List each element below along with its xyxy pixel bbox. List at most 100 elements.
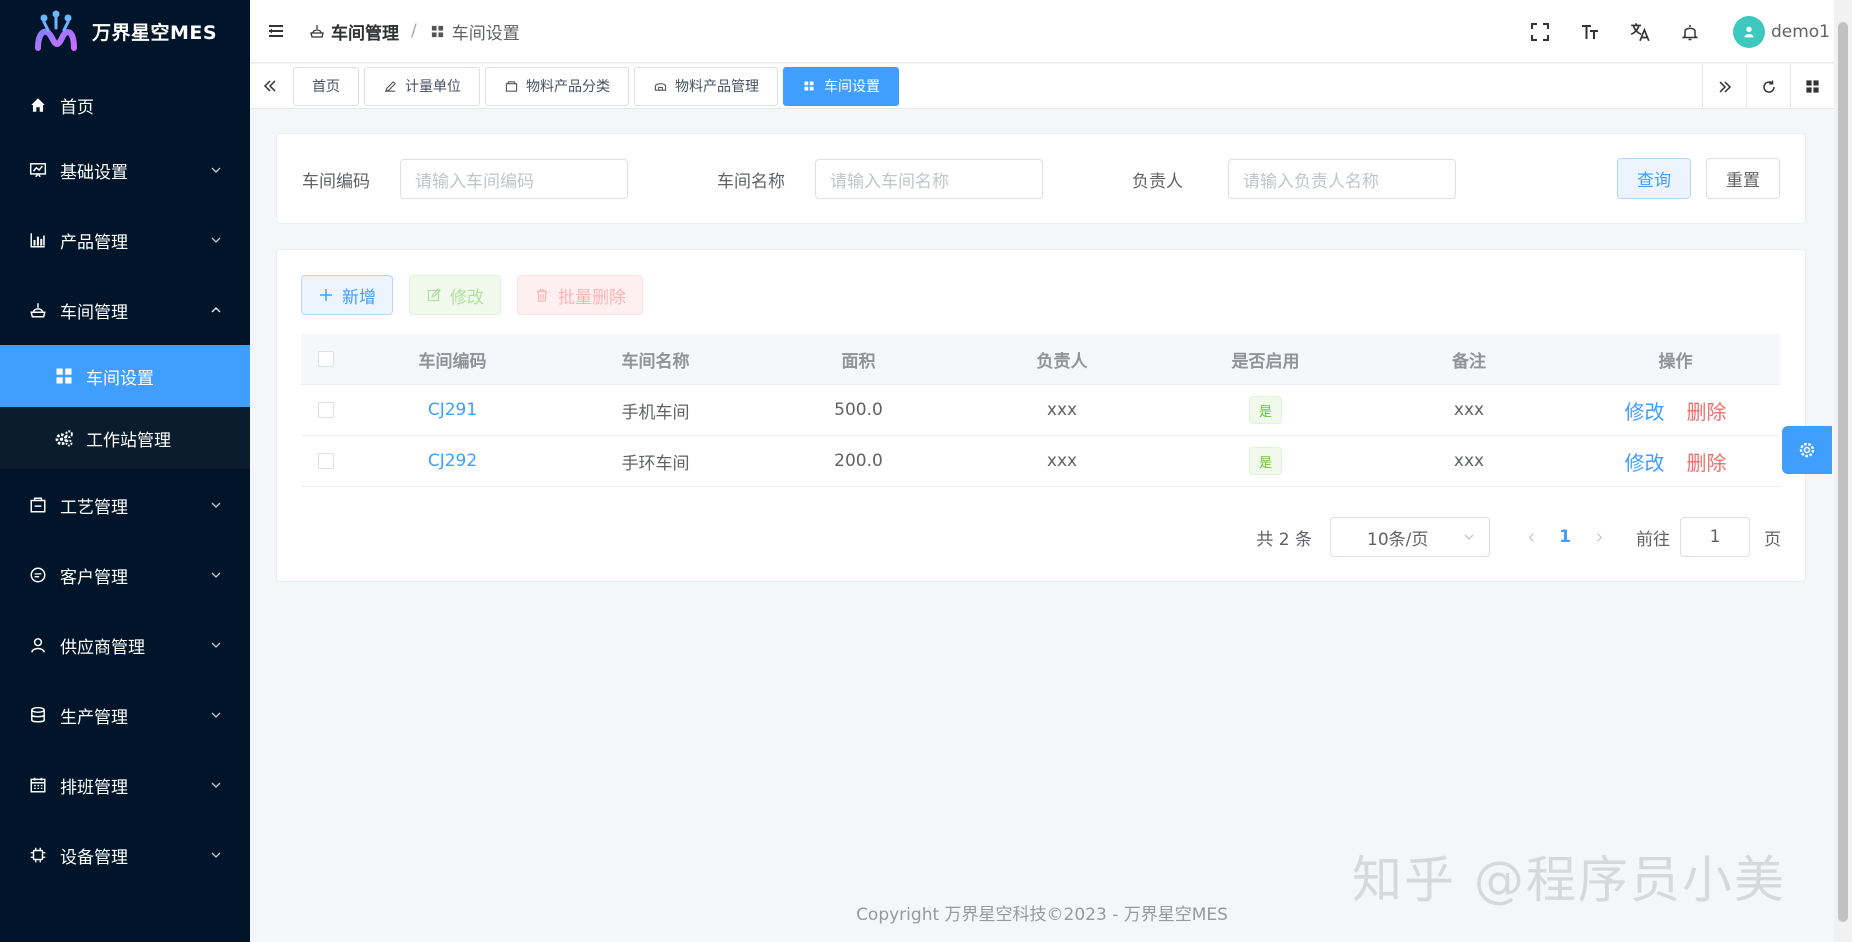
chevron-down-icon (211, 712, 221, 718)
sidebar-item-label: 排班管理 (60, 777, 128, 798)
tab-label: 物料产品管理 (675, 79, 759, 95)
sidebar-item-schedule-mgmt[interactable]: 排班管理 (0, 750, 250, 820)
tags-bar: 首页 计量单位 物料产品分类 物料产品管理 车间设置 (250, 64, 1834, 109)
batch-delete-button[interactable]: 批量删除 (517, 275, 643, 315)
hamburger-icon[interactable] (264, 19, 288, 43)
owner-cell: xxx (1046, 451, 1078, 471)
sidebar-subitem-workshop-settings[interactable]: 车间设置 (0, 345, 250, 407)
sidebar-item-label: 首页 (60, 97, 94, 118)
breadcrumb: 车间管理 / 车间设置 (308, 19, 520, 44)
column-header: 面积 (841, 351, 876, 372)
chart-board-icon (28, 160, 48, 180)
chevron-down-icon (211, 167, 221, 173)
add-button-label: 新增 (342, 287, 376, 308)
row-edit-link[interactable]: 修改 (1625, 447, 1665, 476)
sidebar-item-label: 产品管理 (60, 232, 128, 253)
tab-home[interactable]: 首页 (293, 66, 359, 106)
sidebar-item-home[interactable]: 首页 (0, 70, 250, 140)
font-size-icon[interactable] (1577, 19, 1603, 45)
add-button[interactable]: 新增 (301, 275, 393, 315)
code-cell: CJ291 (351, 385, 554, 435)
footer-copyright: Copyright 万界星空科技©2023 - 万界星空MES (856, 905, 1228, 925)
tags-scroll-left-icon[interactable] (250, 64, 290, 109)
tab-workshop-settings[interactable]: 车间设置 (783, 66, 899, 106)
workshop-name-input[interactable]: 请输入车间名称 (815, 159, 1043, 199)
name-cell: 手环车间 (621, 453, 690, 474)
gears-icon (54, 428, 74, 448)
column-header: 车间名称 (621, 351, 690, 372)
select-all-checkbox[interactable] (318, 351, 334, 367)
row-delete-link[interactable]: 删除 (1687, 396, 1727, 425)
sidebar-item-customer-mgmt[interactable]: 客户管理 (0, 540, 250, 610)
pen-icon (383, 79, 397, 93)
status-badge: 是 (1248, 447, 1282, 475)
edit-button[interactable]: 修改 (409, 275, 501, 315)
search-form: 车间编码 请输入车间编码 车间名称 请输入车间名称 负责人 请输入负责人名称 查… (276, 133, 1806, 224)
chevron-down-icon (211, 237, 221, 243)
translate-icon[interactable] (1627, 19, 1653, 45)
refresh-icon[interactable] (1746, 64, 1790, 109)
remark-cell: xxx (1453, 400, 1485, 420)
logo-icon (32, 8, 80, 54)
username[interactable]: demo1 (1771, 22, 1830, 42)
workshop-code-link[interactable]: CJ291 (428, 400, 477, 420)
tags-scroll-right-icon[interactable] (1702, 64, 1746, 109)
owner-name-input[interactable]: 请输入负责人名称 (1228, 159, 1456, 199)
sidebar-subitem-workstation-mgmt[interactable]: 工作站管理 (0, 407, 250, 469)
workshop-code-input[interactable]: 请输入车间编码 (400, 159, 628, 199)
avatar[interactable] (1732, 15, 1765, 48)
row-checkbox[interactable] (318, 453, 334, 469)
sidebar-item-workshop-mgmt[interactable]: 车间管理 (0, 275, 250, 345)
sidebar-item-equipment-mgmt[interactable]: 设备管理 (0, 820, 250, 890)
app-name: 万界星空MES (92, 21, 218, 44)
tab-label: 首页 (312, 79, 340, 95)
row-delete-link[interactable]: 删除 (1687, 447, 1727, 476)
goto-page-input[interactable]: 1 (1680, 517, 1750, 557)
sidebar-item-supplier-mgmt[interactable]: 供应商管理 (0, 610, 250, 680)
page-size-value: 10条/页 (1367, 529, 1429, 550)
fullscreen-icon[interactable] (1527, 19, 1553, 45)
reset-button[interactable]: 重置 (1706, 158, 1780, 199)
prev-page-icon[interactable] (1516, 532, 1546, 543)
page-size-select[interactable]: 10条/页 (1330, 517, 1490, 557)
tab-label: 计量单位 (405, 79, 461, 95)
tab-material-category[interactable]: 物料产品分类 (485, 66, 629, 106)
scrollbar-thumb[interactable] (1838, 22, 1848, 922)
goto-label: 前往 (1636, 529, 1670, 550)
column-header: 备注 (1452, 351, 1486, 372)
calendar-icon (28, 775, 48, 795)
bell-icon[interactable] (1677, 19, 1703, 45)
page-suffix: 页 (1764, 529, 1781, 550)
table-panel: 新增 修改 批量删除 车间编码 车间名称 面积 负责人 是否启用 备注 操作 C… (276, 249, 1806, 582)
page-number[interactable]: 1 (1550, 527, 1580, 547)
sidebar-item-label: 生产管理 (60, 707, 128, 728)
enabled-cell: 是 (1164, 436, 1367, 486)
table-row: CJ292 手环车间 200.0 xxx 是 xxx 修改 删除 (301, 436, 1780, 487)
next-page-icon[interactable] (1584, 532, 1614, 543)
sidebar-item-basic-settings[interactable]: 基础设置 (0, 135, 250, 205)
column-header: 是否启用 (1231, 351, 1300, 372)
table-toolbar: 新增 修改 批量删除 (301, 275, 659, 315)
owner-label: 负责人 (1132, 171, 1183, 192)
form-item-owner: 负责人 请输入负责人名称 (1132, 159, 1456, 199)
remark-cell: xxx (1453, 451, 1485, 471)
logo[interactable]: 万界星空MES (0, 0, 250, 62)
code-label: 车间编码 (302, 171, 370, 192)
trash-icon (534, 287, 550, 303)
row-edit-link[interactable]: 修改 (1625, 396, 1665, 425)
workshop-code-link[interactable]: CJ292 (428, 451, 477, 471)
code-cell: CJ292 (351, 436, 554, 486)
tab-measure-unit[interactable]: 计量单位 (364, 66, 480, 106)
settings-gear-button[interactable] (1782, 426, 1832, 474)
chevron-down-icon (211, 502, 221, 508)
sidebar-item-process-mgmt[interactable]: 工艺管理 (0, 470, 250, 540)
column-header: 操作 (1658, 351, 1693, 372)
sidebar-item-product-mgmt[interactable]: 产品管理 (0, 205, 250, 275)
sidebar-item-label: 工艺管理 (60, 497, 128, 518)
row-checkbox[interactable] (318, 402, 334, 418)
tags-menu-grid-icon[interactable] (1790, 64, 1834, 109)
tab-material-product[interactable]: 物料产品管理 (634, 66, 778, 106)
scrollbar[interactable] (1834, 0, 1852, 942)
query-button[interactable]: 查询 (1617, 158, 1691, 199)
sidebar-item-production-mgmt[interactable]: 生产管理 (0, 680, 250, 750)
